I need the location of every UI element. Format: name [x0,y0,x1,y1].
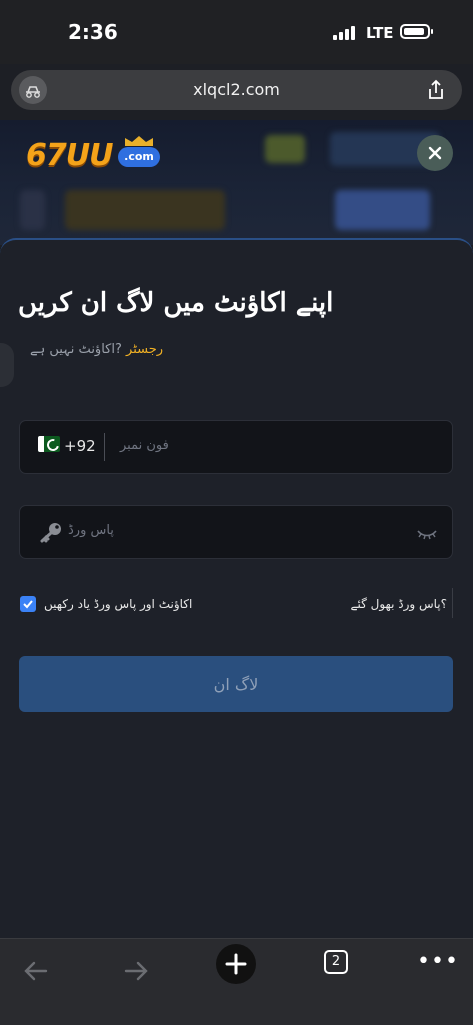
eye-closed-icon[interactable] [416,526,438,540]
signal-icon [333,26,357,40]
register-link[interactable]: رجسٹر [126,342,163,357]
side-handle[interactable] [0,343,14,387]
network-label: LTE [366,24,394,42]
field-divider [104,433,105,461]
remember-checkbox[interactable] [20,596,36,612]
edge-divider [452,588,453,618]
no-account-text: ?اکاؤنٹ نہیں ہے [30,342,122,357]
password-field[interactable]: پاس ورڈ [19,505,453,559]
new-tab-button[interactable] [216,944,256,984]
forgot-password-link[interactable]: ؟پاس ورڈ بھول گئے [350,597,447,611]
brand-logo-suffix: .com [118,147,160,167]
forward-button[interactable] [112,947,160,995]
url-text[interactable]: xlqcl2.com [11,80,462,99]
battery-icon [400,24,433,39]
login-button[interactable]: لاگ ان [19,656,453,712]
back-arrow-icon [24,961,48,981]
close-icon [428,146,442,160]
plus-icon [225,953,247,975]
password-input[interactable]: پاس ورڈ [68,523,114,538]
checkbox-check-icon [23,600,33,609]
tabs-button[interactable]: 2 [324,950,348,974]
page-title: اپنے اکاؤنٹ میں لاگ ان کریں [18,288,334,318]
back-button[interactable] [12,947,60,995]
address-bar[interactable]: xlqcl2.com [11,70,462,110]
pakistan-flag-icon[interactable] [38,436,60,452]
forward-arrow-icon [124,961,148,981]
status-bar: 2:36 LTE [0,0,473,64]
phone-field[interactable]: +92 فون نمبر [19,420,453,474]
share-icon[interactable] [424,78,448,102]
brand-logo: 67UU [26,138,113,173]
status-time: 2:36 [68,20,118,44]
register-prompt: رجسٹر ?اکاؤنٹ نہیں ہے [18,342,163,357]
remember-label[interactable]: اکاؤنٹ اور پاس ورڈ یاد رکھیں [44,597,192,611]
country-code[interactable]: +92 [64,437,96,455]
key-icon [38,520,64,544]
phone-input[interactable]: فون نمبر [120,438,169,453]
close-button[interactable] [417,135,453,171]
more-icon[interactable]: ••• [417,951,459,973]
